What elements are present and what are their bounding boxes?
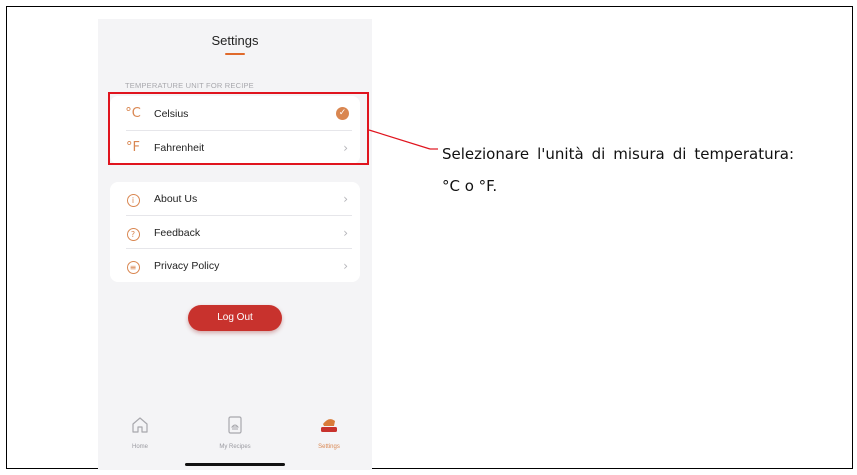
- annotation-text: Selezionare l'unità di misura di tempera…: [442, 145, 794, 195]
- annotation-leader-line: [368, 129, 438, 150]
